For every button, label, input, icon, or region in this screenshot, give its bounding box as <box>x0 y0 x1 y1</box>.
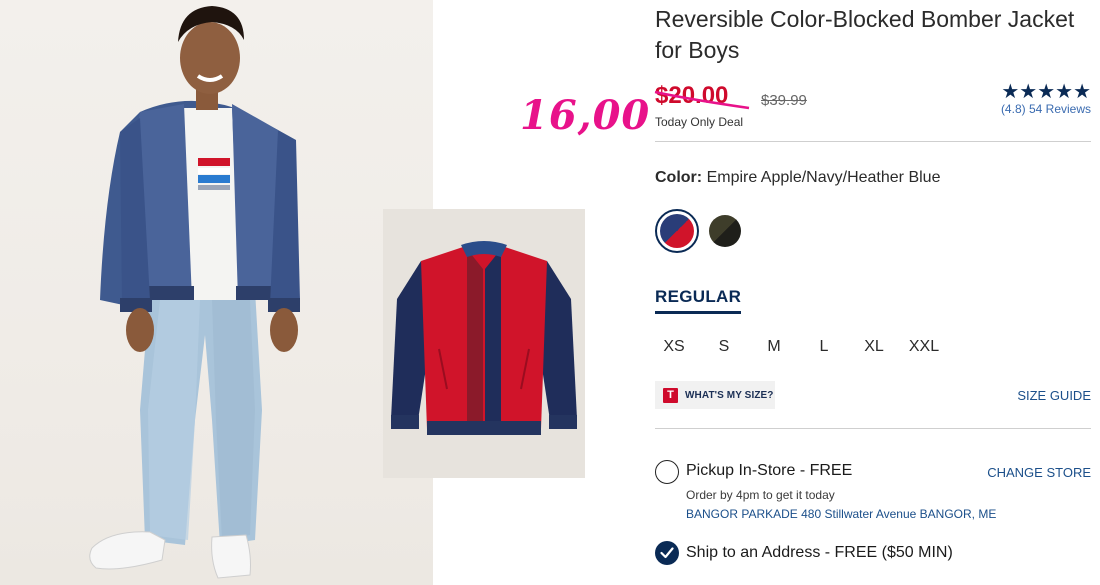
true-fit-icon: T <box>663 387 678 403</box>
jacket-illustration <box>391 241 577 435</box>
color-value: Empire Apple/Navy/Heather Blue <box>706 169 941 186</box>
reviews-link[interactable]: (4.8) 54 Reviews <box>1001 102 1091 116</box>
size-option-s[interactable]: S <box>704 338 744 356</box>
size-guide-link[interactable]: SIZE GUIDE <box>1017 388 1091 403</box>
color-selection-label: Color: Empire Apple/Navy/Heather Blue <box>655 169 940 187</box>
sale-price: $20.00 <box>655 82 729 109</box>
whats-my-size-button[interactable]: T WHAT'S MY SIZE? <box>655 381 775 409</box>
swatch-fill <box>709 215 741 247</box>
color-swatch-navy-red[interactable] <box>655 209 699 253</box>
pickup-option-label: Pickup In-Store - FREE <box>686 462 853 479</box>
ship-radio-checked[interactable] <box>655 541 679 565</box>
product-flat-photo <box>383 209 585 478</box>
product-title: Reversible Color-Blocked Bomber Jacket f… <box>655 6 1075 63</box>
color-swatch-olive-black[interactable] <box>709 215 741 247</box>
pickup-note: Order by 4pm to get it today <box>686 488 835 502</box>
fit-tab-regular[interactable]: REGULAR <box>655 287 742 314</box>
model-illustration <box>89 6 300 579</box>
store-address-link[interactable]: BANGOR PARKADE 480 Stillwater Avenue BAN… <box>686 507 996 521</box>
rating-summary[interactable]: ★★★★★ (4.8) 54 Reviews <box>1001 82 1091 116</box>
original-price: $39.99 <box>761 92 807 109</box>
size-option-m[interactable]: M <box>754 338 794 356</box>
review-count: 54 Reviews <box>1028 102 1091 116</box>
size-option-xxl[interactable]: XXL <box>904 338 944 356</box>
size-option-xl[interactable]: XL <box>854 338 894 356</box>
whats-my-size-label: WHAT'S MY SIZE? <box>685 389 774 401</box>
handwritten-price-annotation: 16,00 <box>520 92 651 139</box>
size-option-l[interactable]: L <box>804 338 844 356</box>
ship-option-label: Ship to an Address - FREE ($50 MIN) <box>686 544 953 561</box>
product-details-panel: Reversible Color-Blocked Bomber Jacket f… <box>654 0 1091 585</box>
divider <box>655 428 1091 429</box>
checkmark-icon <box>660 547 674 559</box>
deal-label: Today Only Deal <box>655 115 744 129</box>
rating-score: (4.8) <box>1000 102 1026 116</box>
swatch-fill <box>660 214 694 248</box>
model-photo <box>0 0 433 585</box>
pickup-radio[interactable] <box>655 460 679 484</box>
star-rating-icon: ★★★★★ <box>1001 81 1091 103</box>
change-store-link[interactable]: CHANGE STORE <box>987 465 1091 480</box>
color-label: Color: <box>655 169 703 186</box>
size-option-xs[interactable]: XS <box>654 338 694 356</box>
divider <box>655 141 1091 142</box>
